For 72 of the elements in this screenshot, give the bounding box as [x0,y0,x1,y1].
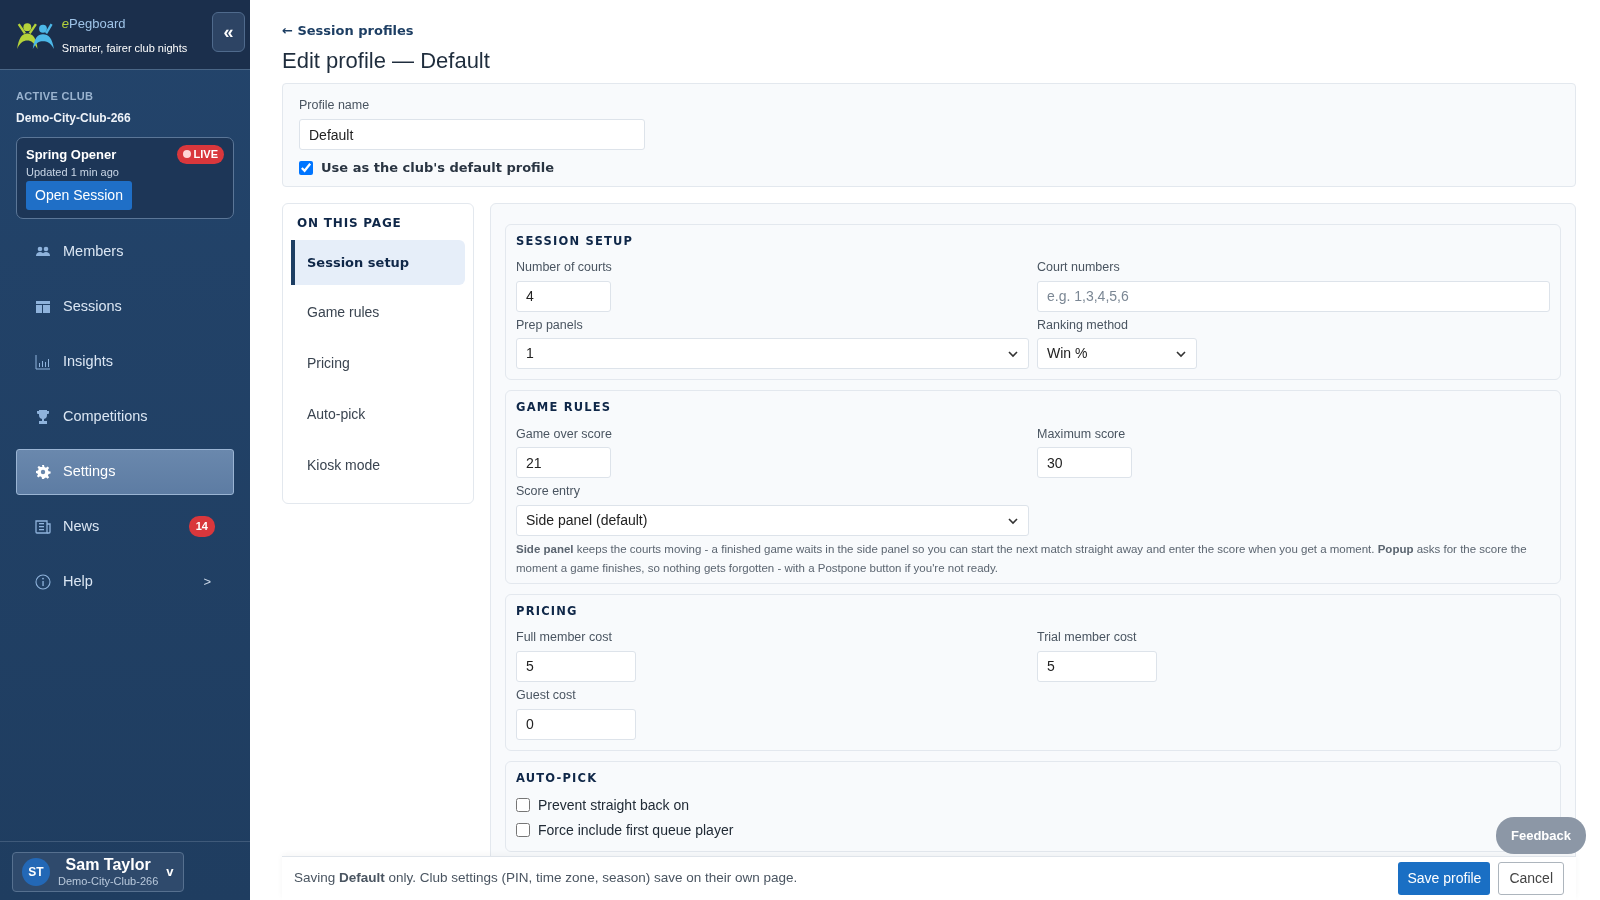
toc-link[interactable]: Game rules [291,289,465,337]
toc-link[interactable]: Auto-pick [291,391,465,439]
newspaper-icon [35,518,51,535]
field-label: Guest cost [516,686,577,704]
checkbox[interactable] [516,798,530,813]
cancel-button[interactable]: Cancel [1498,862,1564,895]
section-heading: PRICING [516,602,579,620]
nav-item[interactable]: Insights [16,338,234,385]
user-club: Demo-City-Club-266 [58,874,159,888]
checkbox[interactable] [299,160,313,175]
layout-icon [35,298,51,315]
section-heading: AUTO-PICK [516,769,599,787]
input-field[interactable]: 30 [1037,447,1132,479]
input-field[interactable]: e.g. 1,3,4,5,6 [1037,280,1550,312]
nav-item[interactable]: News 14 [16,503,234,550]
field-label: Prep panels [516,316,584,334]
session-title: Spring Opener [26,145,117,164]
input-field[interactable]: 5 [516,650,636,682]
input-field[interactable]: 0 [516,708,636,740]
back-link[interactable]: ← Session profiles [282,23,414,38]
dropdown[interactable]: Side panel (default) [516,505,1029,537]
section-label: ACTIVE CLUB [16,89,95,104]
toc-link[interactable]: Kiosk mode [291,442,465,490]
save-button[interactable]: Save profile [1398,862,1491,895]
input-field[interactable]: 21 [516,447,611,479]
info-icon [35,573,51,590]
field-label: Full member cost [516,629,613,647]
nav-item[interactable]: Settings [16,448,234,495]
field-label: Profile name [299,97,371,115]
field-label: Score entry [516,483,581,501]
field-label: Game over score [516,425,613,443]
input-field[interactable]: 5 [1037,650,1157,682]
count-badge: 14 [188,516,215,537]
page-title: Edit profile — Default [282,48,491,75]
nav-item[interactable]: Help > [16,558,234,605]
footer-message: Saving Default only. Club settings (PIN, time zone, season) save on their own page. [294,869,798,888]
dropdown[interactable]: 1 [516,338,1029,370]
bar-chart-icon [35,353,51,370]
section-heading: GAME RULES [516,399,613,417]
field-label: Number of courts [516,258,613,276]
caret-icon: v [166,862,174,882]
open-session-button[interactable]: Open Session [26,180,132,210]
field-label: Trial member cost [1037,629,1138,647]
club-name: Demo-City-Club-266 [16,109,132,127]
checkbox-label: Force include first queue player [538,820,734,840]
field-label: Ranking method [1037,316,1130,334]
settings-icon [35,463,51,480]
avatar: ST [22,858,50,886]
updated-time: Updated 1 min ago [26,165,120,180]
trophy-icon [35,408,51,425]
toc-link[interactable]: Pricing [291,340,465,388]
section-heading: SESSION SETUP [516,232,635,250]
brand-name: ePegboard [61,15,126,32]
nav-item[interactable]: Members [16,228,234,275]
dropdown[interactable]: Win % [1037,338,1197,370]
collapse-button[interactable]: « [212,12,245,52]
nav-item[interactable]: Competitions [16,393,234,440]
brand-tagline: Smarter, fairer club nights [61,40,188,55]
chevron-icon: > [203,571,211,592]
input-field[interactable]: 4 [516,280,611,312]
checkbox[interactable] [516,823,530,838]
live-badge: LIVE [176,145,224,164]
toc-link[interactable]: Session setup [291,239,465,286]
toc-heading: ON THIS PAGE [296,214,403,232]
checkbox-label: Use as the club's default profile [321,159,554,178]
help-text: Side panel keeps the courts moving - a finished game waits in the side panel so you can start the next match straight away and enter the score when you get a moment. Popup asks for the score the moment a game finishes, so nothing gets forgotten - with a Postpone button if you're not ready. [516,542,1528,576]
nav-item[interactable]: Sessions [16,283,234,330]
field-label: Court numbers [1037,258,1121,276]
user-name: Sam Taylor [64,856,152,875]
input-field[interactable]: Default [299,119,645,151]
checkbox-label: Prevent straight back on [538,795,689,815]
field-label: Maximum score [1037,425,1127,443]
